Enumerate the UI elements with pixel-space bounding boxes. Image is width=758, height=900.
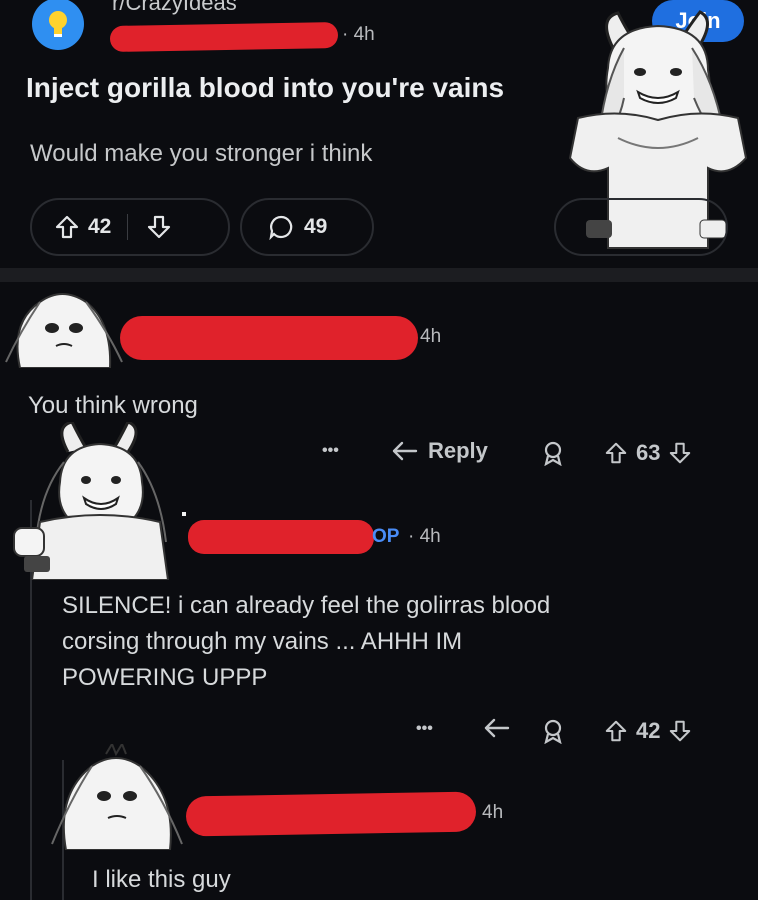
arrow-down-icon	[148, 215, 171, 239]
reply-arrow-icon	[484, 718, 510, 738]
redacted-username	[185, 791, 477, 837]
arrow-up-icon[interactable]	[604, 719, 628, 743]
award-icon	[544, 441, 562, 466]
arrow-up-icon	[55, 215, 79, 239]
award-icon	[544, 719, 562, 744]
comment-text: I like this guy	[92, 866, 231, 893]
upvote-button[interactable]	[54, 214, 80, 240]
post-title[interactable]: Inject gorilla blood into you're vains	[26, 72, 504, 104]
reply-arrow-icon	[392, 441, 418, 461]
vote-separator	[127, 214, 129, 240]
redacted-username	[109, 22, 339, 52]
op-avatar	[10, 422, 188, 580]
vote-count: 42	[636, 718, 661, 743]
vote-count: 63	[636, 440, 661, 465]
award-button[interactable]	[540, 440, 566, 466]
more-options-button[interactable]: •••	[322, 442, 339, 460]
comment-count: 49	[304, 215, 328, 238]
subreddit-icon[interactable]	[32, 0, 84, 50]
redacted-username	[188, 520, 374, 554]
downvote-button[interactable]	[146, 214, 172, 240]
arrow-down-icon[interactable]	[668, 441, 692, 465]
redacted-username	[120, 316, 418, 360]
lightbulb-icon	[49, 11, 67, 37]
comment-text-line: SILENCE! i can already feel the golirras…	[62, 592, 551, 619]
comment-text-line: POWERING UPPP	[62, 664, 268, 691]
more-options-button[interactable]: •••	[416, 720, 433, 738]
post-body: Would make you stronger i think	[30, 140, 373, 167]
comment-age: · 4h	[408, 526, 441, 547]
comment-vote-bar: 42	[604, 718, 692, 744]
upvote-count: 42	[88, 215, 112, 238]
commenter-avatar	[46, 744, 186, 850]
comment-vote-bar: 63	[604, 440, 692, 466]
op-badge: OP	[372, 526, 400, 547]
comment-bubble-icon	[269, 215, 293, 240]
reply-button[interactable]	[482, 716, 512, 740]
section-divider	[0, 268, 758, 282]
vote-bar: 42	[30, 198, 230, 256]
commenter-avatar	[0, 282, 126, 368]
post-age: · 4h	[342, 24, 375, 45]
share-button[interactable]	[554, 198, 728, 256]
arrow-down-icon[interactable]	[668, 719, 692, 743]
reply-button[interactable]: Reply	[390, 438, 488, 464]
reply-label: Reply	[428, 438, 488, 463]
comment-age: 4h	[482, 802, 504, 823]
comment-text-line: corsing through my vains ... AHHH IM	[62, 628, 463, 655]
comment-text: You think wrong	[28, 392, 198, 419]
comment-age: 4h	[420, 326, 442, 347]
subreddit-name[interactable]: r/CrazyIdeas	[112, 0, 237, 16]
arrow-up-icon[interactable]	[604, 441, 628, 465]
award-button[interactable]	[540, 718, 566, 744]
comments-button[interactable]: 49	[240, 198, 374, 256]
